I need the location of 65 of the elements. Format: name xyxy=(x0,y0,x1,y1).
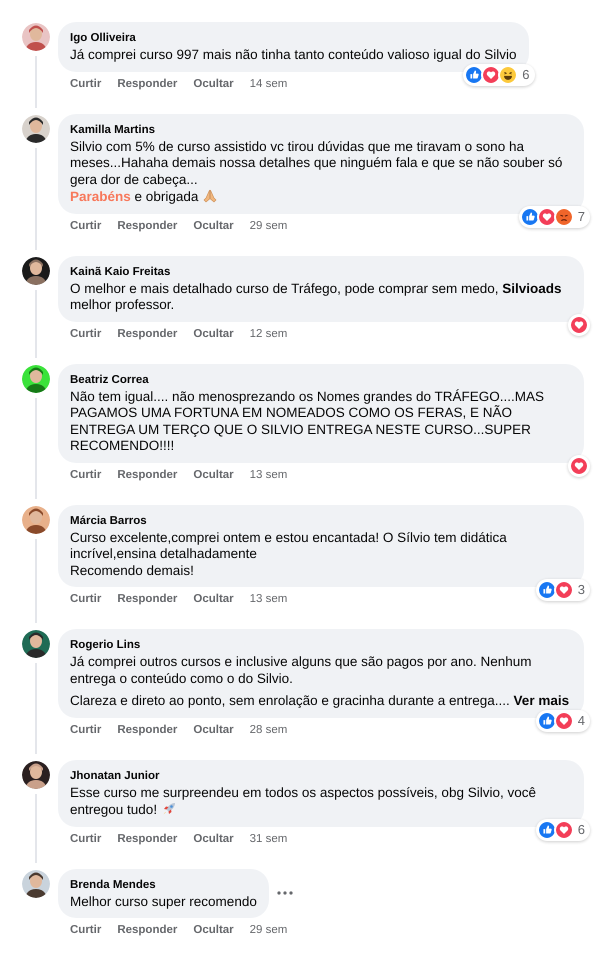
comment-time: 31 sem xyxy=(250,832,288,846)
rocket-icon xyxy=(161,801,178,817)
comment-action[interactable]: Curtir xyxy=(70,591,102,607)
comment-text: Parabéns e obrigada xyxy=(70,188,572,206)
comment-action[interactable]: Curtir xyxy=(70,76,102,92)
comment-text: O melhor e mais detalhado curso de Tráfego, pode comprar sem medo, Silvioads melhor professor. xyxy=(70,280,562,314)
comment-action[interactable]: Ocultar xyxy=(193,922,234,938)
comment-text: Melhor curso super recomendo xyxy=(70,894,257,910)
comment-time: 29 sem xyxy=(250,218,288,234)
comment-text: Já comprei curso 997 mais não tinha tanto conteúdo valioso igual do Silvio xyxy=(70,47,517,64)
comment-action[interactable]: Ocultar xyxy=(193,326,234,342)
author-name[interactable]: Kamilla Martins xyxy=(70,122,572,138)
author-name[interactable]: Jhonatan Junior xyxy=(70,768,572,784)
reaction-count: 3 xyxy=(576,581,586,600)
comment-action[interactable]: Ocultar xyxy=(193,830,234,846)
comment-text: Já comprei outros cursos e inclusive alguns que são pagos por ano. Nenhum entrega o conteúdo como o do Silvio. xyxy=(70,654,533,687)
comment-action[interactable]: Curtir xyxy=(70,466,102,482)
author-name[interactable]: Brenda Mendes xyxy=(70,876,257,892)
reaction-count: 6 xyxy=(521,66,531,84)
comment-action[interactable]: Curtir xyxy=(70,326,102,342)
reaction-summary[interactable]: 3 xyxy=(536,579,590,601)
reaction-summary[interactable]: 6 xyxy=(536,818,590,840)
see-more-link[interactable]: Ver mais xyxy=(510,693,570,708)
reaction-count: 7 xyxy=(576,208,586,226)
comment-action[interactable]: Responder xyxy=(117,591,178,607)
comment-action[interactable]: Ocultar xyxy=(193,722,234,738)
comment-time: 13 sem xyxy=(250,468,288,482)
comment-action[interactable]: Responder xyxy=(117,76,178,92)
author-name[interactable]: Kainã Kaio Freitas xyxy=(70,264,572,280)
comment-time: 14 sem xyxy=(250,76,288,92)
comment-action[interactable]: Responder xyxy=(117,218,178,234)
praying-hands-icon xyxy=(202,188,218,204)
author-name[interactable]: Beatriz Correa xyxy=(70,372,572,388)
comment-action[interactable]: Ocultar xyxy=(193,76,234,92)
comment-action[interactable]: Ocultar xyxy=(193,466,234,482)
comment-text: Não tem igual.... não menosprezando os Nomes grandes do TRÁFEGO....MAS PAGAMOS UMA FORTUNA EM NOMEADOS COMO OS FERAS, E NÃO ENTREGA UM TERÇO QUE O SILVIO ENTREGA NESTE CURSO...SUPER RECOMENDO!!!! xyxy=(70,388,545,454)
comment-action[interactable]: Ocultar xyxy=(193,591,234,607)
comment-action[interactable]: Responder xyxy=(117,466,178,482)
reaction-summary[interactable]: 4 xyxy=(536,710,590,732)
comment-text: Clareza e direto ao ponto, sem enrolação e gracinha durante a entrega.... Ver mais xyxy=(70,693,570,710)
comment-action[interactable]: Responder xyxy=(117,326,178,342)
author-name[interactable]: Igo Olliveira xyxy=(70,30,517,46)
comment-action[interactable]: Curtir xyxy=(70,830,102,846)
more-options-icon[interactable] xyxy=(276,891,293,896)
comment-action[interactable]: Responder xyxy=(117,830,178,846)
comment-action[interactable]: Curtir xyxy=(70,922,102,938)
reaction-summary[interactable]: 7 xyxy=(518,206,590,228)
reaction-summary[interactable]: 6 xyxy=(463,64,535,86)
comment-action[interactable]: Curtir xyxy=(70,218,102,234)
comment-text: Esse curso me surpreendeu em todos os aspectos possíveis, obg Silvio, você entregou tudo! xyxy=(70,784,537,818)
reaction-count: 4 xyxy=(576,712,586,730)
comment-action[interactable]: Responder xyxy=(117,922,178,938)
comment-action[interactable]: Curtir xyxy=(70,722,102,738)
comment-text: Silvio com 5% de curso assistido vc tirou dúvidas que me tiravam o sono ha meses...Hahaha demais nossa detalhes que ninguém fala e que se não souber só gera dor de cabeça... xyxy=(70,138,564,188)
comment-text: Recomendo demais! xyxy=(70,562,195,579)
comment-time: 13 sem xyxy=(250,592,288,607)
reaction-count: 6 xyxy=(576,820,586,839)
comment-action[interactable]: Ocultar xyxy=(193,218,234,234)
comment-text: Curso excelente,comprei ontem e estou encantada! O Sílvio tem didática incrível,ensina detalhadamente xyxy=(70,530,508,562)
comment-time: 12 sem xyxy=(250,326,288,342)
comment-time: 28 sem xyxy=(250,722,288,738)
author-name[interactable]: Márcia Barros xyxy=(70,512,572,528)
comment-action[interactable]: Responder xyxy=(117,722,178,738)
author-name[interactable]: Rogerio Lins xyxy=(70,637,572,653)
comment-time: 29 sem xyxy=(250,923,288,938)
